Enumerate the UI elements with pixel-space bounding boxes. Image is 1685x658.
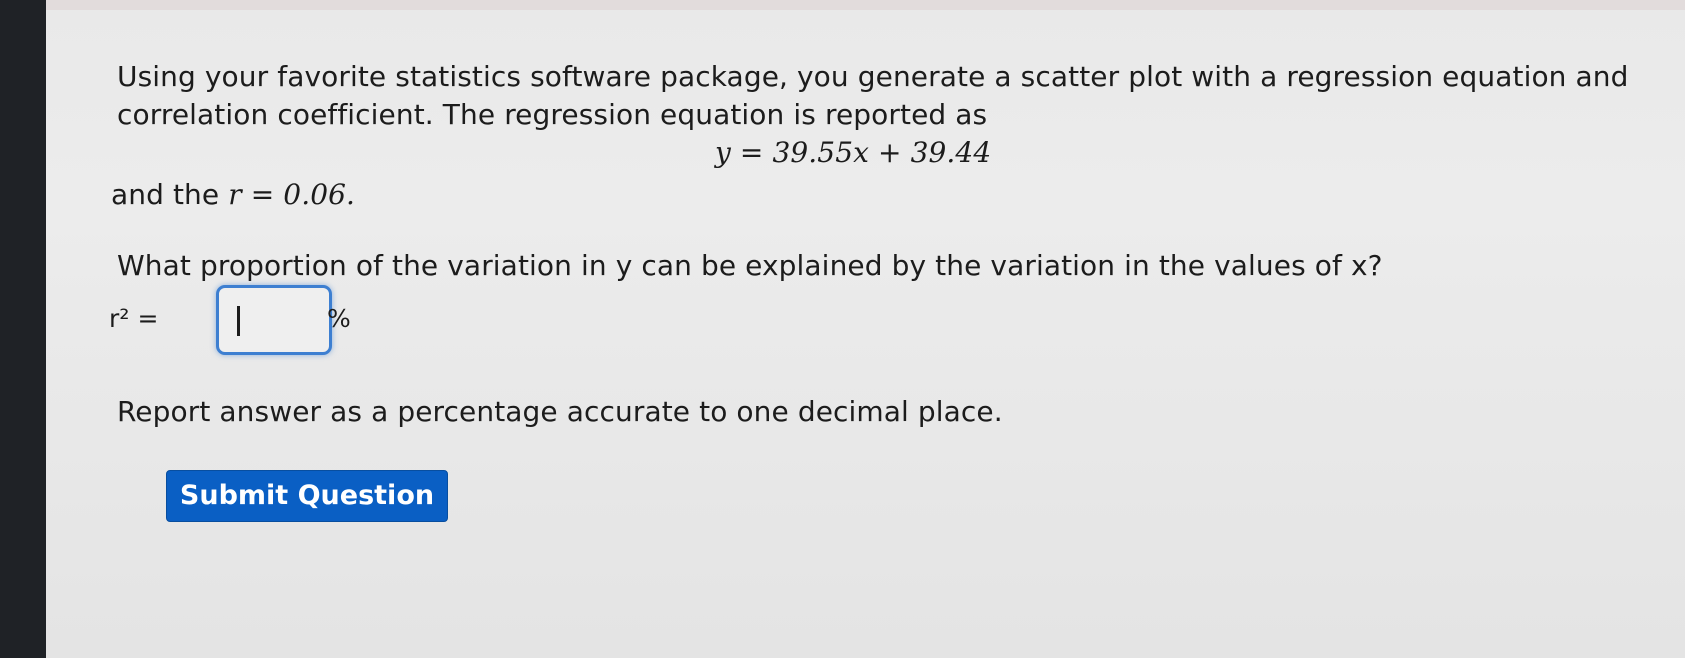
answer-instruction: Report answer as a percentage accurate t… <box>117 395 1003 428</box>
question-intro-line-2: correlation coefficient. The regression … <box>117 98 988 131</box>
answer-field[interactable] <box>216 285 332 355</box>
correlation-prefix: and the <box>111 178 229 211</box>
correlation-statement: and the r = 0.06. <box>111 178 355 211</box>
question-panel: Using your favorite statistics software … <box>46 0 1685 658</box>
text-caret <box>237 306 240 336</box>
regression-equation: y = 39.55x + 39.44 <box>715 136 992 169</box>
answer-input[interactable] <box>229 298 319 342</box>
answer-unit: % <box>327 304 351 333</box>
question-prompt: What proportion of the variation in y ca… <box>117 249 1383 282</box>
question-intro-line-1: Using your favorite statistics software … <box>117 60 1629 93</box>
correlation-value: r = 0.06. <box>228 178 356 211</box>
answer-label: r² = <box>109 304 159 333</box>
submit-question-button[interactable]: Submit Question <box>166 470 448 522</box>
